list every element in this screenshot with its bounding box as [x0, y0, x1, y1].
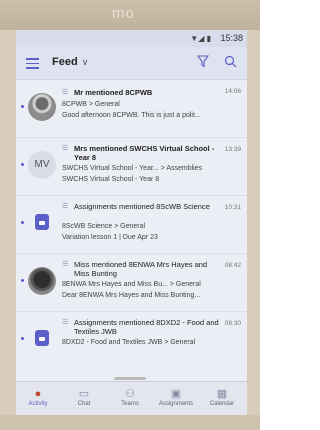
feed-item[interactable]: MV ☰ Mrs mentioned SWCHS Virtual School …: [16, 138, 247, 196]
search-icon[interactable]: [224, 55, 237, 68]
phone-top-bezel: mo: [0, 0, 260, 30]
teams-screen: ▼◢ ▮ 15:38 Feed ∨ ☰ Mr mentioned 8CPWB 14…: [16, 30, 247, 415]
feed-dropdown[interactable]: Feed ∨: [52, 56, 88, 68]
avatar: [28, 267, 56, 295]
nav-label: Calendar: [209, 401, 235, 407]
nav-calendar[interactable]: ▦ Calendar: [200, 388, 244, 407]
chat-icon: ▭: [78, 388, 90, 400]
feed-item-location: SWCHS Virtual School - Year... > Assembl…: [62, 165, 203, 172]
feed-item-time: 08:30: [224, 320, 241, 327]
app-header: Feed ∨: [16, 47, 247, 80]
phone-bottom-bezel: [0, 415, 260, 430]
chevron-down-icon: ∨: [81, 57, 89, 67]
feed-item-time: 10:31: [224, 204, 241, 211]
mention-icon: ☰: [62, 145, 69, 152]
mention-icon: ☰: [62, 89, 69, 96]
signal-battery-icons: ▼◢ ▮: [190, 34, 211, 43]
device-brand: mo: [112, 5, 135, 22]
feed-item[interactable]: ☰ Assignments mentioned 8DXD2 - Food and…: [16, 312, 247, 369]
feed-title: Feed: [52, 56, 78, 68]
nav-activity[interactable]: ● Activity: [16, 388, 60, 407]
avatar: [28, 93, 56, 121]
assignments-icon: [35, 330, 49, 346]
mention-icon: ☰: [62, 261, 69, 268]
phone-frame: mo ▼◢ ▮ 15:38 Feed∨ ☰ Mr mentioned 8CPW: [0, 0, 260, 430]
feed-item-preview: Variation lesson 1 | Due Apr 23: [62, 234, 158, 241]
unread-dot: [21, 337, 24, 340]
feed-item-location: 8ENWA Mrs Hayes and Miss Bu... > General: [62, 281, 201, 288]
nav-teams[interactable]: ⚇ Teams: [108, 388, 152, 407]
feed-item-preview: Dear 8ENWA Mrs Hayes and Miss Bunting...: [62, 292, 201, 299]
feed-item-preview: SWCHS Virtual School - Year 8: [62, 176, 160, 183]
status-bar: ▼◢ ▮ 15:38: [16, 30, 247, 47]
unread-dot: [21, 105, 24, 108]
feed-item[interactable]: ☰ Mr mentioned 8CPWB 14:06 8CPWB > Gener…: [16, 80, 247, 138]
nav-label: Teams: [121, 401, 139, 407]
mention-icon: ☰: [62, 319, 69, 326]
teams-icon: ⚇: [125, 388, 135, 400]
feed-item-location: 8CPWB > General: [62, 101, 120, 108]
calendar-icon: ▦: [216, 388, 228, 400]
home-indicator[interactable]: [114, 377, 146, 380]
feed-item-location: 8DXD2 - Food and Textiles JWB > General: [62, 339, 196, 346]
feed-item-time: 08:42: [224, 262, 241, 269]
bottom-nav: ● Activity ▭ Chat ⚇ Teams ▣ Assignments …: [16, 377, 247, 415]
nav-assignments[interactable]: ▣ Assignments: [154, 388, 198, 407]
feed-item-title: Mrs mentioned SWCHS Virtual School - Yea…: [74, 144, 215, 162]
assignments-icon: ▣: [170, 388, 182, 400]
avatar: MV: [28, 151, 56, 179]
bell-icon: ●: [34, 388, 42, 400]
feed-item-time: 14:06: [224, 88, 241, 95]
feed-item-title: Assignments mentioned 8ScWB Science: [74, 202, 210, 211]
feed-item-title: Mr mentioned 8CPWB: [74, 88, 153, 97]
unread-dot: [21, 163, 24, 166]
nav-label: Chat: [77, 401, 91, 407]
feed-item-title: Assignments mentioned 8DXD2 - Food and T…: [74, 318, 219, 336]
unread-dot: [21, 279, 24, 282]
unread-dot: [21, 221, 24, 224]
nav-label: Assignments: [158, 401, 194, 407]
feed-item-preview: Good afternoon 8CPWB. This is just a pol…: [62, 112, 201, 119]
filter-icon[interactable]: [197, 55, 209, 68]
nav-chat[interactable]: ▭ Chat: [62, 388, 106, 407]
assignments-icon: [35, 214, 49, 230]
status-time: 15:38: [220, 33, 243, 43]
nav-label: Activity: [28, 401, 48, 407]
feed-item-location: 8ScWB Science > General: [62, 223, 146, 230]
feed-item-time: 13:39: [224, 146, 241, 153]
feed-item[interactable]: ☰ Miss mentioned 8ENWA Mrs Hayes and Mis…: [16, 254, 247, 312]
feed-item[interactable]: ☰ Assignments mentioned 8ScWB Science 10…: [16, 196, 247, 254]
feed-item-title: Miss mentioned 8ENWA Mrs Hayes and Miss …: [74, 260, 208, 278]
menu-icon[interactable]: [26, 58, 39, 69]
mention-icon: ☰: [62, 203, 69, 210]
